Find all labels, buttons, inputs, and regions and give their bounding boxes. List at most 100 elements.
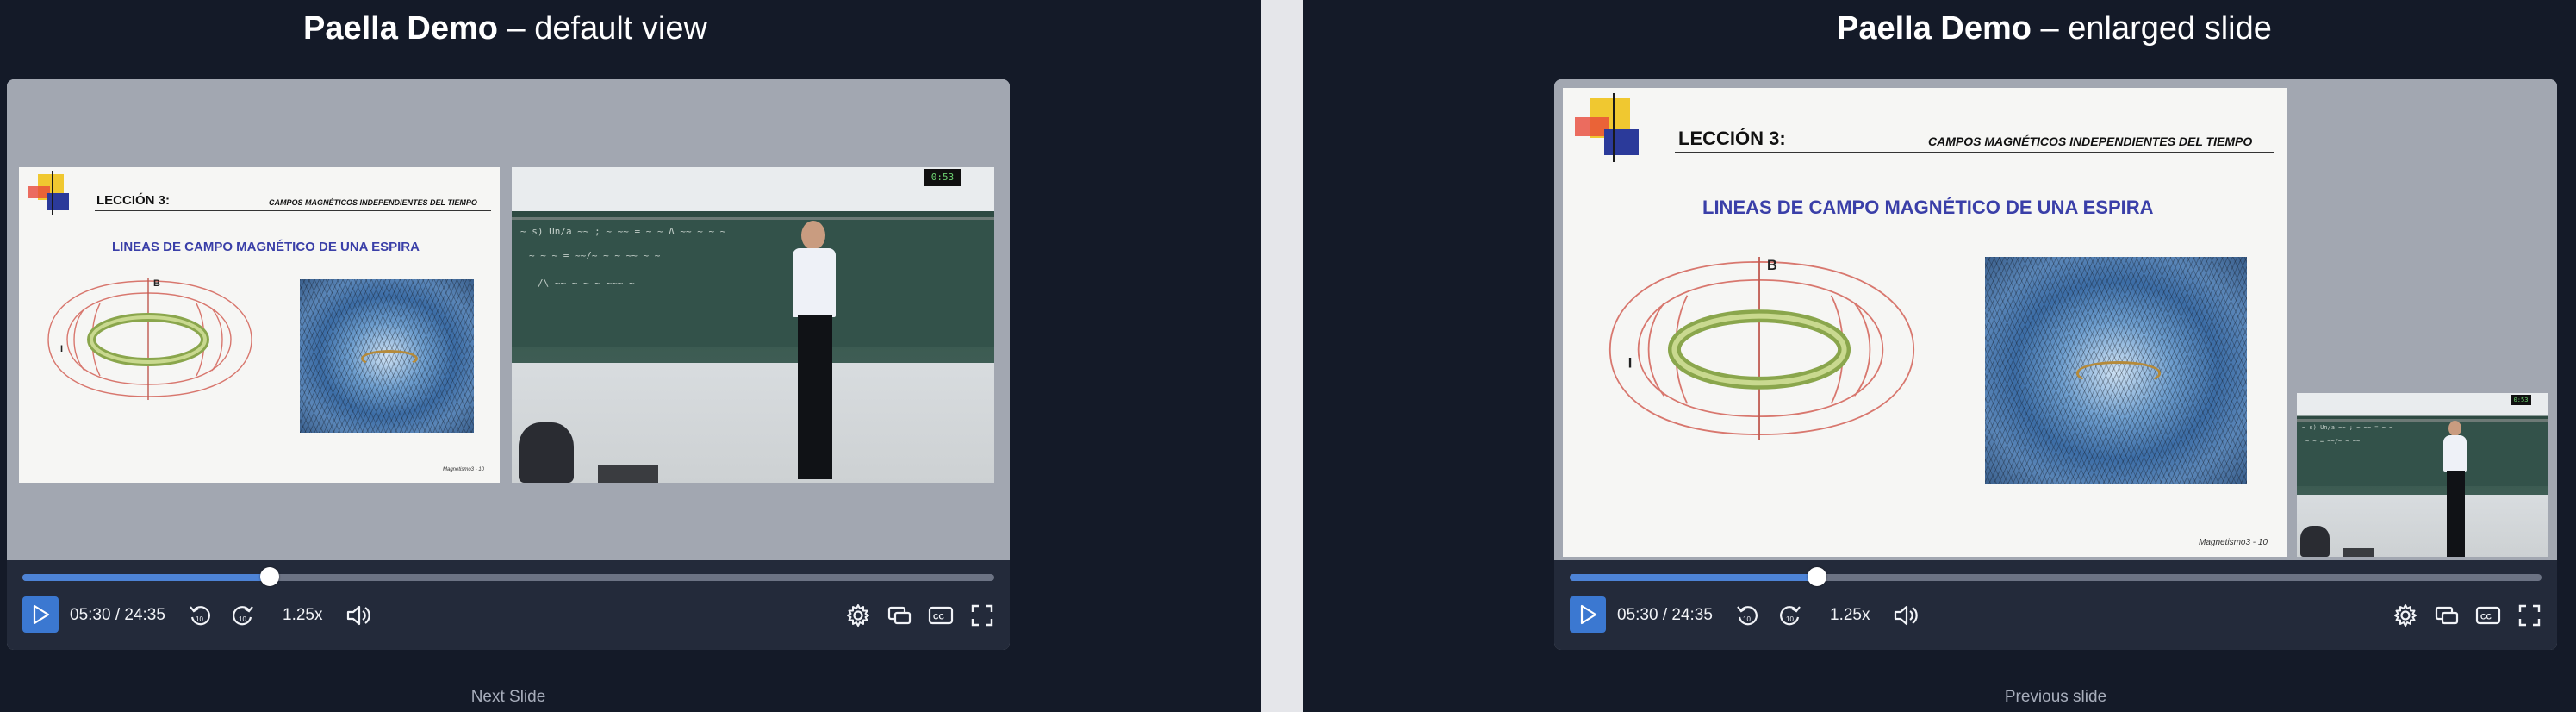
slide-subtitle: LINEAS DE CAMPO MAGNÉTICO DE UNA ESPIRA	[112, 240, 420, 254]
gear-icon	[847, 604, 869, 627]
panel-title: Paella Demo – enlarged slide	[1837, 10, 2272, 47]
video-player: LECCIÓN 3: CAMPOS MAGNÉTICOS INDEPENDIEN…	[7, 79, 1010, 650]
play-icon	[1580, 604, 1597, 625]
svg-text:10: 10	[1786, 615, 1794, 623]
volume-button[interactable]	[343, 596, 374, 634]
slide-subtitle: LINEAS DE CAMPO MAGNÉTICO DE UNA ESPIRA	[1702, 197, 2154, 218]
player-stage[interactable]: LECCIÓN 3: CAMPOS MAGNÉTICOS INDEPENDIEN…	[7, 79, 1010, 560]
slide-logo-blue	[47, 193, 69, 210]
playback-rate-button[interactable]: 1.25x	[283, 596, 322, 634]
iron-filings-photo	[300, 279, 474, 433]
seek-handle[interactable]	[1807, 567, 1826, 586]
seek-bar[interactable]	[22, 567, 994, 586]
time-display: 05:30 / 24:35	[70, 606, 165, 624]
forward-10-button[interactable]: 10	[1775, 596, 1806, 634]
slide-header: CAMPOS MAGNÉTICOS INDEPENDIENTES DEL TIE…	[1928, 134, 2253, 148]
panel-title-app: Paella Demo	[1837, 10, 2032, 47]
volume-icon	[346, 605, 370, 626]
enlarged-slide-panel: Paella Demo – enlarged slide LECCIÓN 3: …	[1303, 0, 2576, 712]
playback-rate-button[interactable]: 1.25x	[1830, 596, 1870, 634]
slide-footer: Magnetismo3 - 10	[443, 467, 485, 472]
settings-button[interactable]	[2390, 596, 2421, 634]
forward-10-icon: 10	[233, 606, 253, 626]
slide-lesson: LECCIÓN 3:	[96, 193, 171, 208]
layout-button[interactable]	[2431, 596, 2462, 634]
svg-text:10: 10	[196, 615, 203, 623]
player-stage[interactable]: LECCIÓN 3: CAMPOS MAGNÉTICOS INDEPENDIEN…	[1554, 79, 2557, 560]
time-display: 05:30 / 24:35	[1617, 606, 1713, 624]
play-button[interactable]	[1570, 596, 1606, 633]
seek-handle[interactable]	[259, 567, 279, 586]
slide-view[interactable]: LECCIÓN 3: CAMPOS MAGNÉTICOS INDEPENDIEN…	[1563, 88, 2287, 557]
presenter-head	[2448, 421, 2461, 436]
play-icon	[33, 604, 50, 625]
iron-filings-photo	[1985, 257, 2247, 484]
chalkboard-writing-2: ~ ~ = ~~/~ ~ ~~	[2305, 438, 2361, 445]
play-button[interactable]	[22, 596, 59, 633]
classroom-desk	[2343, 548, 2374, 557]
wall-clock: 0:53	[2511, 395, 2531, 405]
video-player: LECCIÓN 3: CAMPOS MAGNÉTICOS INDEPENDIEN…	[1554, 79, 2557, 650]
layout-button[interactable]	[884, 596, 915, 634]
panel-title-variant: – default view	[498, 10, 707, 47]
current-label: I	[1628, 355, 1633, 371]
volume-icon	[1894, 605, 1918, 626]
classroom-desk	[598, 465, 658, 483]
volume-button[interactable]	[1890, 596, 1921, 634]
fullscreen-button[interactable]	[967, 596, 998, 634]
presenter-legs	[2447, 471, 2465, 557]
layout-switch-icon	[2435, 606, 2459, 625]
rewind-10-icon: 10	[190, 606, 210, 626]
captions-button[interactable]: CC	[2473, 596, 2504, 634]
slide-view[interactable]: LECCIÓN 3: CAMPOS MAGNÉTICOS INDEPENDIEN…	[19, 167, 500, 483]
svg-text:CC: CC	[933, 613, 944, 621]
default-view-panel: Paella Demo – default view LECCIÓN 3: CA…	[0, 0, 1261, 712]
panel-divider	[1261, 0, 1303, 712]
field-lines-diagram: B I	[1608, 256, 1915, 440]
fullscreen-icon	[971, 604, 993, 627]
slide-logo-blue	[1604, 129, 1639, 155]
previous-slide-label: Previous slide	[2004, 688, 2107, 706]
controls-bar: 05:30 / 24:35 10 10 1.25x CC	[1554, 560, 2557, 650]
gear-icon	[2394, 604, 2417, 627]
captions-button[interactable]: CC	[925, 596, 956, 634]
chalkboard-writing: ~ s) Un/a ~~ ; ~ ~~ = ~ ~ Δ ~~ ~ ~ ~	[520, 226, 726, 237]
captions-icon: CC	[928, 606, 954, 625]
panel-title: Paella Demo – default view	[303, 10, 707, 47]
slide-logo-line	[52, 171, 53, 215]
captions-icon: CC	[2475, 606, 2501, 625]
comparison-screen: Paella Demo – default view LECCIÓN 3: CA…	[0, 0, 2576, 712]
presenter-video[interactable]: ~ s) Un/a ~~ ; ~ ~~ = ~ ~ Δ ~~ ~ ~ ~ ~ ~…	[512, 167, 994, 483]
svg-text:10: 10	[1743, 615, 1751, 623]
slide-rule	[95, 210, 491, 211]
seek-progress	[22, 574, 270, 581]
slide-logo-line	[1613, 93, 1615, 162]
presenter-head	[801, 221, 825, 250]
slide-lesson: LECCIÓN 3:	[1678, 128, 1786, 149]
controls-bar: 05:30 / 24:35 10 10 1.25x CC	[7, 560, 1010, 650]
chalkboard-writing-3: /\ ~~ ~ ~ ~ ~~~ ~	[538, 278, 635, 289]
field-label: B	[1767, 258, 1777, 273]
slide-footer: Magnetismo3 - 10	[2199, 538, 2268, 547]
panel-title-variant: – enlarged slide	[2032, 10, 2272, 47]
settings-button[interactable]	[843, 596, 874, 634]
fullscreen-button[interactable]	[2514, 596, 2545, 634]
student-silhouette	[519, 422, 574, 483]
field-lines-diagram: B I	[47, 278, 252, 400]
chalkboard-writing: ~ s) Un/a ~~ ; ~ ~~ = ~ ~	[2302, 424, 2393, 431]
field-label: B	[153, 278, 160, 289]
seek-bar[interactable]	[1570, 567, 2542, 586]
svg-text:10: 10	[239, 615, 246, 623]
svg-text:CC: CC	[2480, 613, 2492, 621]
current-label: I	[60, 344, 63, 354]
presenter-shirt	[793, 248, 836, 317]
forward-10-icon: 10	[1780, 606, 1801, 626]
presenter-video-thumbnail[interactable]: ~ s) Un/a ~~ ; ~ ~~ = ~ ~ ~ ~ = ~~/~ ~ ~…	[2297, 393, 2548, 557]
student-silhouette	[2300, 526, 2330, 557]
next-slide-label: Next Slide	[470, 688, 546, 706]
chalkboard-writing-2: ~ ~ ~ = ~~/~ ~ ~ ~~ ~ ~	[529, 250, 661, 261]
presenter-legs	[798, 315, 832, 479]
rewind-10-button[interactable]: 10	[184, 596, 215, 634]
forward-10-button[interactable]: 10	[227, 596, 258, 634]
rewind-10-button[interactable]: 10	[1732, 596, 1763, 634]
